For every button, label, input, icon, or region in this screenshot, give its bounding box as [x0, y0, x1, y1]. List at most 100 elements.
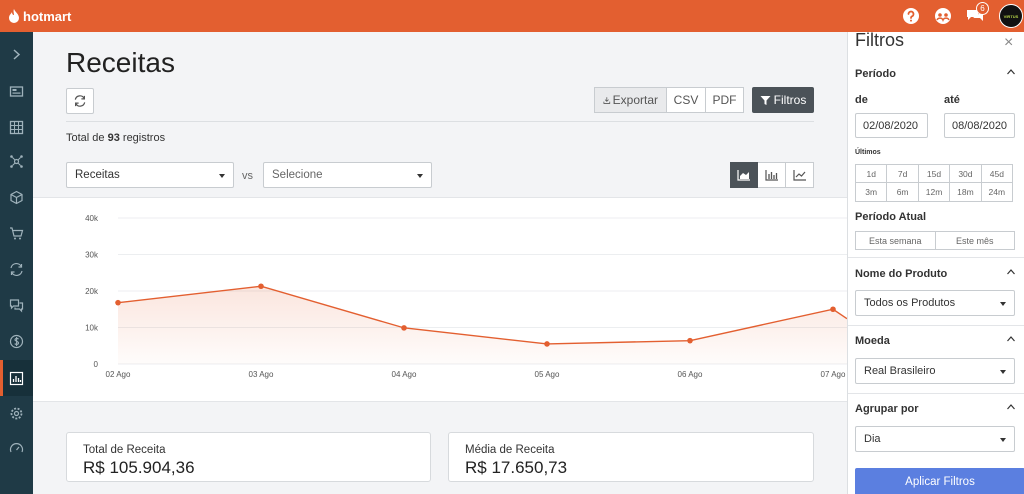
sidebar-expand[interactable] — [0, 36, 33, 72]
periodo-atual-options: Esta semana Este mês — [855, 231, 1015, 250]
sidebar-item-settings[interactable] — [0, 395, 33, 431]
to-label: até — [944, 94, 960, 106]
compare-select[interactable]: Selecione — [263, 162, 432, 188]
range-30d[interactable]: 30d — [950, 164, 982, 183]
main-content: Receitas Exportar CSV PDF Filtros Total … — [33, 32, 847, 494]
y-tick-label: 30k — [85, 251, 99, 260]
periodo-atual-title: Período Atual — [855, 211, 927, 223]
chart-panel: 0 10k 20k 30k 40k 02 Ago 03 Ago 04 Ago 05 Ago 06 … — [33, 197, 847, 402]
caret-down-icon — [219, 174, 225, 178]
divider — [66, 121, 814, 122]
currency-select[interactable]: Real Brasileiro — [855, 358, 1015, 384]
pdf-button[interactable]: PDF — [706, 87, 744, 113]
range-6m[interactable]: 6m — [887, 183, 919, 202]
y-tick-label: 40k — [85, 214, 99, 223]
date-from-input[interactable]: 02/08/2020 — [855, 113, 928, 138]
chevron-up-icon[interactable] — [1007, 403, 1015, 411]
data-point — [687, 337, 693, 344]
refresh-arrows-icon — [10, 262, 23, 276]
product-select[interactable]: Todos os Produtos — [855, 290, 1015, 316]
csv-button[interactable]: CSV — [667, 87, 706, 113]
card-value: R$ 17.650,73 — [465, 458, 568, 477]
line-chart-button[interactable] — [786, 162, 814, 188]
sidebar-item-messages[interactable] — [0, 287, 33, 323]
x-tick-label: 05 Ago — [535, 370, 560, 379]
sidebar — [0, 32, 33, 494]
help-icon[interactable] — [901, 6, 921, 26]
x-tick-label: 04 Ago — [392, 370, 417, 379]
area-chart-button[interactable] — [730, 162, 758, 188]
notification-badge: 6 — [976, 2, 989, 15]
revenue-chart: 0 10k 20k 30k 40k 02 Ago 03 Ago 04 Ago 05 Ago 06 … — [85, 214, 847, 379]
range-18m[interactable]: 18m — [950, 183, 982, 202]
export-button[interactable]: Exportar — [594, 87, 667, 113]
range-24m[interactable]: 24m — [981, 183, 1014, 202]
chevron-up-icon[interactable] — [1007, 68, 1015, 76]
apply-filters-button[interactable]: Aplicar Filtros — [855, 468, 1024, 494]
ultimos-label: Últimos — [855, 149, 881, 156]
chevron-up-icon[interactable] — [1007, 335, 1015, 343]
top-bar: hotmart 6 VIRTUS — [0, 0, 1024, 32]
divider — [848, 393, 1024, 394]
group-by-select[interactable]: Dia — [855, 426, 1015, 452]
network-icon — [10, 154, 23, 168]
data-point — [258, 283, 264, 290]
data-point — [401, 325, 407, 331]
grid-icon — [9, 120, 24, 134]
brand-name: hotmart — [23, 8, 72, 24]
y-tick-label: 20k — [85, 287, 99, 296]
total-prefix: Total de — [66, 132, 108, 144]
refresh-button[interactable] — [66, 88, 94, 114]
hotmart-logo[interactable]: hotmart — [8, 6, 71, 26]
chevron-up-icon[interactable] — [1007, 268, 1015, 276]
sidebar-item-apps[interactable] — [0, 109, 33, 145]
bar-chart-icon — [764, 170, 778, 181]
range-1d[interactable]: 1d — [855, 164, 888, 183]
community-icon[interactable] — [933, 6, 953, 26]
y-tick-label: 0 — [94, 360, 99, 369]
sidebar-item-speed[interactable] — [0, 430, 33, 466]
flame-icon — [9, 9, 19, 23]
sidebar-item-dashboard[interactable] — [0, 73, 33, 109]
range-12m[interactable]: 12m — [918, 183, 951, 202]
this-month-option[interactable]: Este mês — [935, 231, 1015, 250]
sidebar-item-sales[interactable] — [0, 215, 33, 251]
sidebar-item-subscriptions[interactable] — [0, 251, 33, 287]
product-select-value: Todos os Produtos — [864, 297, 956, 309]
sidebar-item-reports[interactable] — [0, 360, 33, 396]
date-to-input[interactable]: 08/08/2020 — [944, 113, 1015, 138]
filters-panel: Filtros × Período de até 02/08/2020 08/0… — [847, 30, 1024, 494]
agrupar-title: Agrupar por — [855, 403, 919, 415]
box-icon — [10, 190, 23, 204]
funnel-icon — [760, 95, 771, 105]
avatar[interactable]: VIRTUS — [999, 4, 1023, 28]
chart-type-toggle — [730, 162, 814, 188]
sidebar-item-products[interactable] — [0, 179, 33, 215]
range-45d[interactable]: 45d — [981, 164, 1014, 183]
bar-chart-button[interactable] — [758, 162, 786, 188]
average-revenue-card: Média de Receita R$ 17.650,73 — [448, 432, 814, 482]
range-7d[interactable]: 7d — [887, 164, 919, 183]
filters-button[interactable]: Filtros — [752, 87, 814, 113]
range-15d[interactable]: 15d — [918, 164, 951, 183]
total-revenue-card: Total de Receita R$ 105.904,36 — [66, 432, 431, 482]
gauge-icon — [9, 442, 24, 452]
sidebar-item-finance[interactable] — [0, 323, 33, 359]
currency-select-value: Real Brasileiro — [864, 365, 936, 377]
filters-label: Filtros — [773, 93, 807, 107]
page-title: Receitas — [66, 47, 175, 78]
data-point — [830, 306, 836, 313]
download-icon — [603, 96, 611, 104]
range-3m[interactable]: 3m — [855, 183, 888, 202]
card-label: Média de Receita — [465, 444, 555, 456]
divider — [848, 325, 1024, 326]
caret-down-icon — [1000, 438, 1006, 442]
this-week-option[interactable]: Esta semana — [855, 231, 936, 250]
compare-select-placeholder: Selecione — [272, 169, 323, 181]
range-row-months: 3m 6m 12m 18m 24m — [855, 183, 1014, 202]
cart-icon — [10, 226, 24, 239]
sidebar-item-affiliates[interactable] — [0, 143, 33, 179]
close-icon[interactable]: × — [1004, 34, 1013, 52]
data-point — [115, 299, 121, 306]
metric-select[interactable]: Receitas — [66, 162, 234, 188]
